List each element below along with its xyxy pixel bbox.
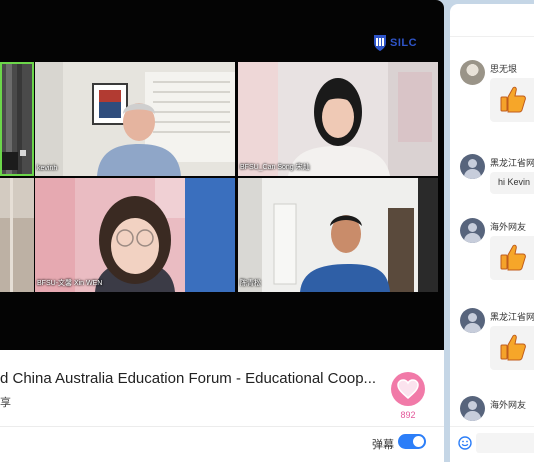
logo-text: SILC [390, 37, 418, 49]
message-author: 海外网友 [490, 400, 527, 410]
chat-message: 黑龙江省网 hi Kevin [460, 154, 534, 204]
chat-header [450, 4, 534, 37]
emoji-icon[interactable] [458, 436, 472, 450]
divider [0, 426, 444, 427]
participant-scene [238, 178, 438, 292]
participant-tile[interactable] [0, 178, 34, 292]
stream-title: d China Australia Education Forum - Educ… [0, 370, 377, 387]
participant-scene [35, 62, 235, 176]
thumbs-up-icon [500, 86, 526, 113]
danmaku-toggle[interactable] [398, 434, 426, 449]
video-player[interactable]: SILC kevinh BFSU_Can Song 宋灿 BFSU-文馨 Xin… [0, 0, 444, 350]
crest-icon [374, 35, 386, 51]
message-author: 海外网友 [490, 222, 527, 232]
user-avatar[interactable] [460, 60, 485, 85]
message-author: 黑龙江省网 [490, 312, 534, 322]
like-button[interactable] [391, 372, 425, 406]
message-bubble [490, 326, 534, 370]
message-text: hi Kevin [490, 172, 534, 194]
chat-panel: 思无垠 黑龙江省网 hi Kevin 海外网友 黑龙江省网 海外网友 [450, 4, 534, 462]
user-avatar[interactable] [460, 154, 485, 179]
participant-name: BFSU-文馨 Xin WEN [37, 280, 103, 287]
participant-tile[interactable]: BFSU-文馨 Xin WEN [35, 178, 235, 292]
message-bubble [490, 78, 534, 122]
participant-tile[interactable]: BFSU_Can Song 宋灿 [238, 62, 438, 176]
chat-input[interactable] [476, 433, 534, 453]
user-avatar[interactable] [460, 218, 485, 243]
participant-name: kevinh [37, 165, 58, 172]
chat-message: 海外网友 [460, 218, 534, 288]
participant-scene [35, 178, 235, 292]
participant-name: 陈青松 [240, 280, 261, 287]
toggle-knob [413, 436, 424, 447]
participant-name: BFSU_Can Song 宋灿 [240, 164, 310, 171]
app-root: SILC kevinh BFSU_Can Song 宋灿 BFSU-文馨 Xin… [0, 0, 534, 462]
participant-tile[interactable] [0, 62, 34, 176]
heart-icon [397, 379, 419, 399]
participant-tile[interactable]: kevinh [35, 62, 235, 176]
participant-scene [2, 64, 32, 174]
thumbs-up-icon [500, 244, 526, 271]
chat-input-bar [450, 426, 534, 462]
user-avatar[interactable] [460, 308, 485, 333]
message-author: 黑龙江省网 [490, 158, 534, 168]
silc-logo: SILC [373, 32, 419, 54]
stream-subtitle: 享 [0, 397, 11, 409]
participant-scene [238, 62, 438, 176]
message-author: 思无垠 [490, 64, 518, 74]
chat-message: 思无垠 [460, 60, 534, 130]
chat-message: 海外网友 [460, 396, 534, 426]
user-avatar[interactable] [460, 396, 485, 421]
participant-scene [0, 178, 34, 292]
thumbs-up-icon [500, 334, 526, 361]
chat-message: 黑龙江省网 [460, 308, 534, 378]
like-count: 892 [400, 410, 416, 420]
video-card: SILC kevinh BFSU_Can Song 宋灿 BFSU-文馨 Xin… [0, 0, 444, 462]
participant-tile[interactable]: 陈青松 [238, 178, 438, 292]
danmaku-label: 弹幕 [372, 439, 394, 451]
message-bubble [490, 236, 534, 280]
